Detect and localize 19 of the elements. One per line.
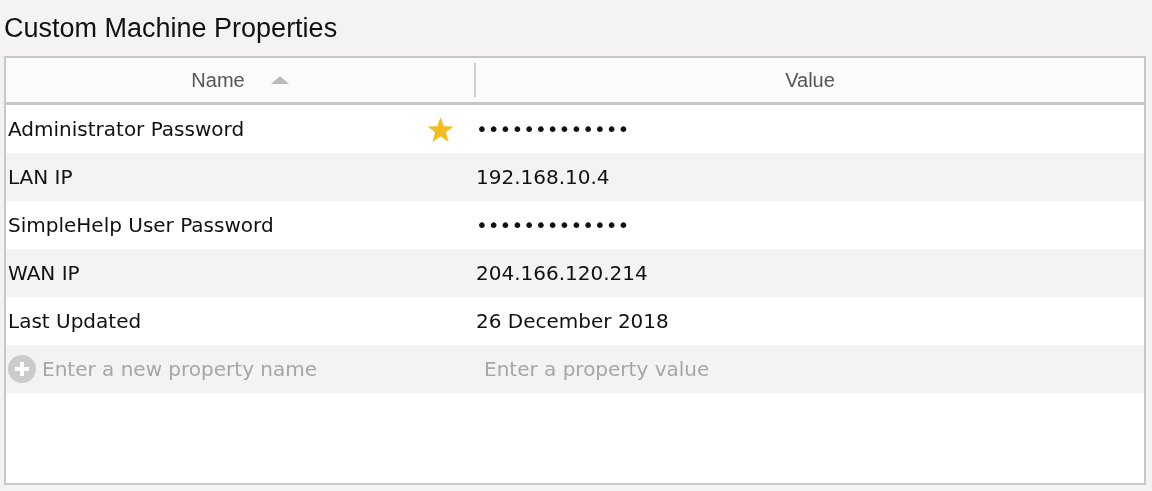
property-name: Last Updated [8, 309, 142, 333]
column-header[interactable]: Value [476, 58, 1144, 102]
property-name-field[interactable]: Enter a new property name [42, 357, 462, 381]
property-value-field[interactable]: Enter a property value [484, 357, 904, 381]
property-name: Administrator Password [8, 117, 245, 141]
column-header[interactable]: Name [6, 63, 476, 97]
property-value: 192.168.10.4 [476, 165, 610, 189]
section-title: Custom Machine Properties [4, 12, 339, 45]
column-label: Value [785, 68, 835, 92]
column-label: Name [191, 68, 245, 92]
property-value: 204.166.120.214 [476, 261, 648, 285]
property-name: LAN IP [8, 165, 73, 189]
property-value: 26 December 2018 [476, 309, 669, 333]
property-value: ••••••••••••• [476, 117, 630, 141]
property-name: WAN IP [8, 261, 80, 285]
star-icon[interactable] [427, 115, 454, 143]
property-value: ••••••••••••• [476, 213, 630, 237]
add-icon[interactable] [8, 355, 36, 383]
property-name: SimpleHelp User Password [8, 213, 274, 237]
